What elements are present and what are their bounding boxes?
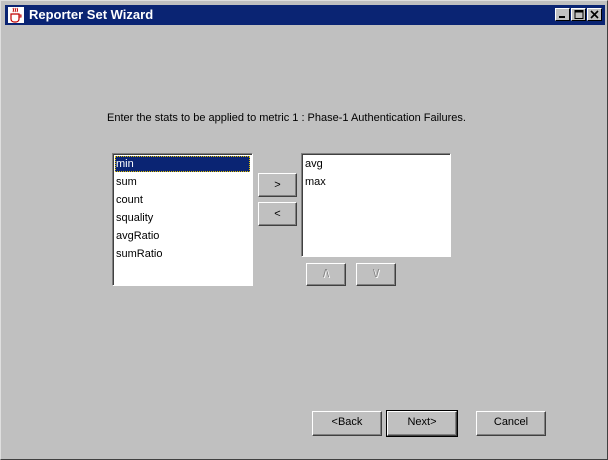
applied-stat-item[interactable]: max bbox=[304, 174, 448, 190]
available-stat-item[interactable]: sum bbox=[115, 174, 250, 190]
wizard-window: Reporter Set Wizard Enter the stats to b… bbox=[0, 0, 608, 460]
close-button[interactable] bbox=[587, 8, 602, 21]
minimize-button[interactable] bbox=[555, 8, 570, 21]
available-stat-item[interactable]: count bbox=[115, 192, 250, 208]
cancel-button[interactable]: Cancel bbox=[476, 411, 546, 436]
available-stats-list[interactable]: min sum count squality avgRatio sumRatio bbox=[112, 153, 253, 286]
minimize-icon bbox=[559, 16, 565, 18]
move-up-button[interactable]: /\ bbox=[306, 263, 346, 286]
close-icon bbox=[590, 10, 599, 19]
available-stat-item[interactable]: sumRatio bbox=[115, 246, 250, 262]
add-stat-button[interactable]: > bbox=[258, 173, 297, 197]
available-stat-item[interactable]: squality bbox=[115, 210, 250, 226]
instruction-text: Enter the stats to be applied to metric … bbox=[107, 112, 466, 124]
available-stat-item[interactable]: avgRatio bbox=[115, 228, 250, 244]
applied-stat-item[interactable]: avg bbox=[304, 156, 448, 172]
applied-stats-list[interactable]: avg max bbox=[301, 153, 451, 257]
maximize-icon bbox=[574, 10, 584, 19]
next-button[interactable]: Next> bbox=[386, 410, 458, 437]
java-cup-icon bbox=[8, 7, 24, 23]
title-bar[interactable]: Reporter Set Wizard bbox=[5, 5, 605, 25]
available-stat-item[interactable]: min bbox=[115, 156, 250, 172]
back-button[interactable]: <Back bbox=[312, 411, 382, 436]
remove-stat-button[interactable]: < bbox=[258, 202, 297, 226]
move-down-button[interactable]: \/ bbox=[356, 263, 396, 286]
window-title: Reporter Set Wizard bbox=[29, 7, 154, 22]
maximize-button[interactable] bbox=[571, 8, 586, 21]
